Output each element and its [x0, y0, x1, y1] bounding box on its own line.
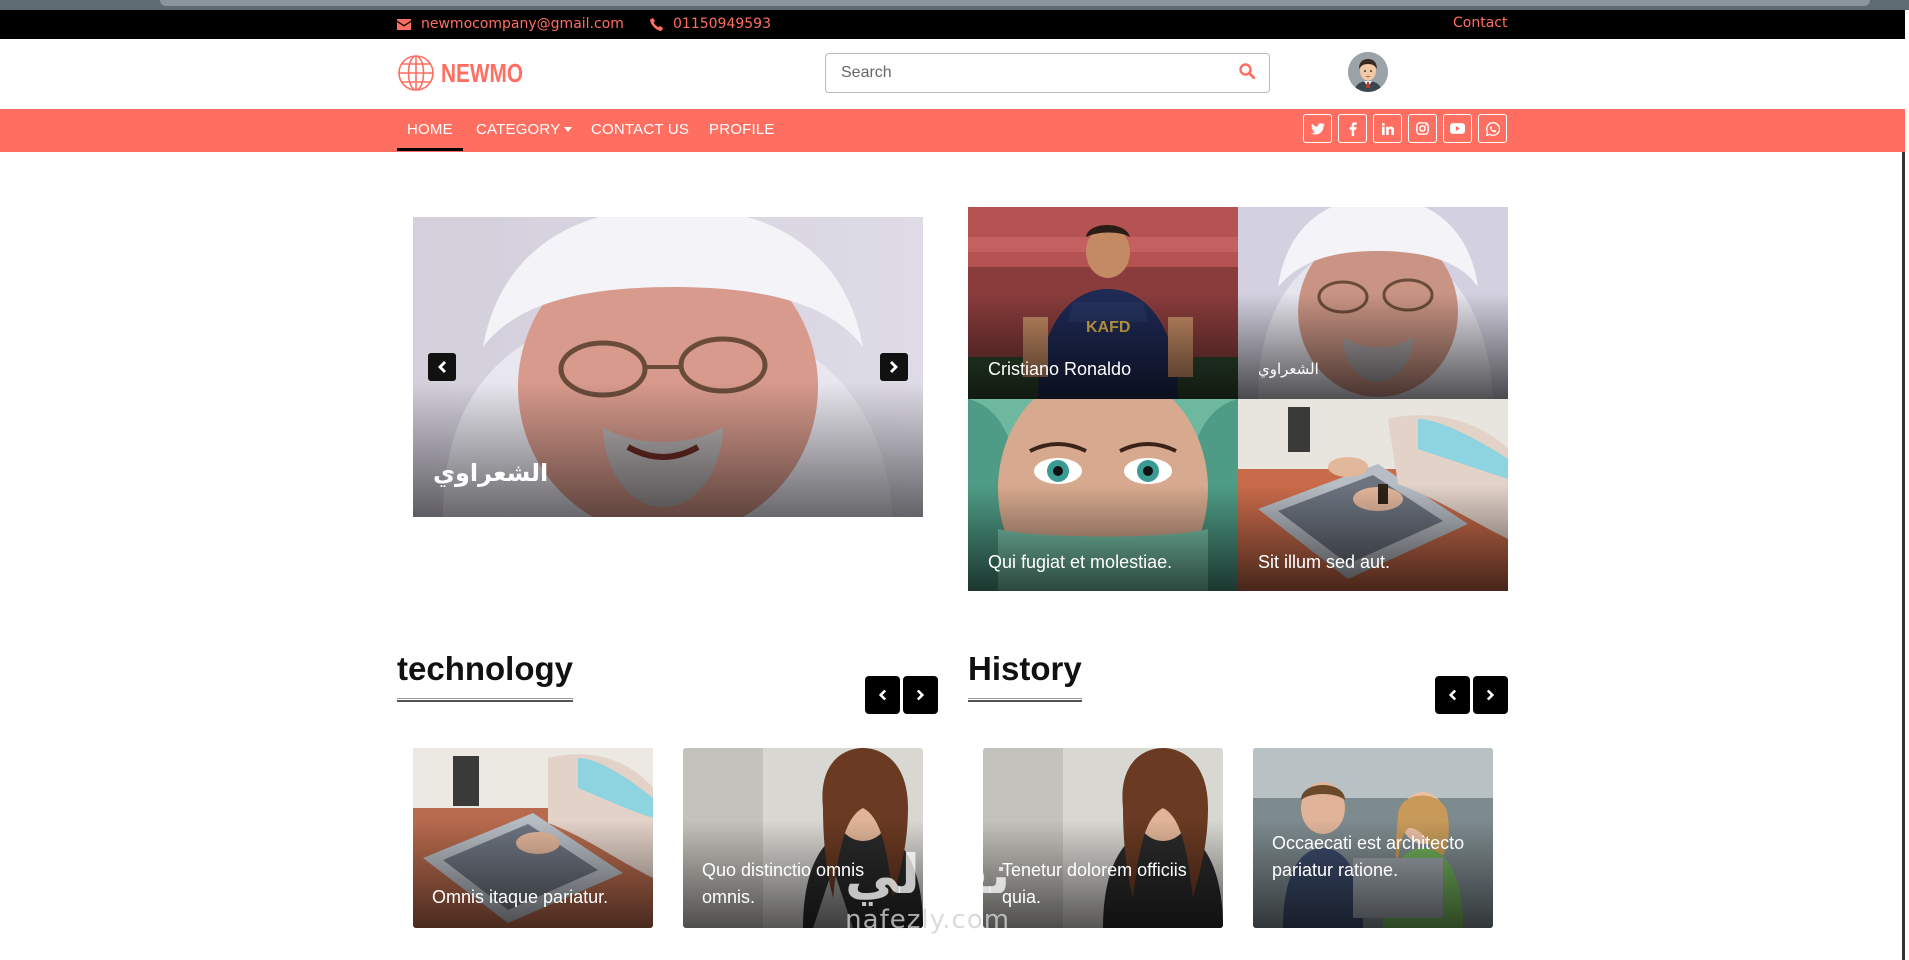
linkedin-icon	[1381, 122, 1394, 135]
search-icon	[1239, 63, 1256, 80]
tile-shade	[968, 485, 1238, 591]
phone-icon	[650, 17, 663, 31]
hero-tile-2[interactable]: الشعراوي	[1238, 207, 1508, 399]
contact-link[interactable]: Contact	[1453, 15, 1507, 31]
user-avatar[interactable]	[1348, 52, 1388, 92]
card-caption: Tenetur dolorem officiis quia.	[1002, 860, 1187, 907]
card-caption: Omnis itaque pariatur.	[432, 887, 609, 907]
browser-tab-strip	[160, 0, 1870, 6]
site-logo[interactable]: NEWMO	[397, 54, 544, 92]
envelope-icon	[397, 18, 411, 30]
search-box	[825, 53, 1270, 93]
hero-caption[interactable]: الشعراوي	[433, 459, 548, 487]
phone-text: 01150949593	[673, 16, 771, 32]
tile-shade	[968, 293, 1238, 399]
chevron-right-icon	[916, 689, 925, 701]
hero-slider: الشعراوي	[413, 217, 923, 517]
history-card-2[interactable]: Occaecati est architecto pariatur ration…	[1253, 748, 1493, 928]
hero-next-button[interactable]	[880, 353, 908, 381]
youtube-button[interactable]	[1443, 114, 1472, 143]
hero-tile-3[interactable]: Qui fugiat et molestiae.	[968, 399, 1238, 591]
hero-tile-1[interactable]: KAFD Cristiano Ronaldo	[968, 207, 1238, 399]
whatsapp-icon	[1485, 121, 1500, 136]
twitter-button[interactable]	[1303, 114, 1332, 143]
linkedin-button[interactable]	[1373, 114, 1402, 143]
search-input[interactable]	[826, 64, 1206, 82]
section-underline	[968, 698, 1082, 702]
nav-category-label: CATEGORY	[476, 121, 561, 138]
history-card-1[interactable]: Tenetur dolorem officiis quia.	[983, 748, 1223, 928]
watermark: نفذلي nafezly.com	[845, 843, 1011, 936]
chevron-left-icon	[1448, 689, 1457, 701]
email-text: newmocompany@gmail.com	[421, 16, 624, 32]
facebook-button[interactable]	[1338, 114, 1367, 143]
card-shade	[413, 820, 653, 928]
twitter-icon	[1310, 122, 1325, 135]
card-caption: Occaecati est architecto pariatur ration…	[1272, 833, 1465, 880]
chevron-right-icon	[1486, 689, 1495, 701]
history-next-button[interactable]	[1473, 676, 1508, 714]
technology-prev-button[interactable]	[865, 676, 900, 714]
instagram-icon	[1416, 122, 1429, 135]
globe-logo-icon	[398, 55, 434, 91]
nav-contact-us[interactable]: CONTACT US	[591, 121, 689, 138]
hero-prev-button[interactable]	[428, 353, 456, 381]
nav-category[interactable]: CATEGORY	[476, 121, 573, 138]
watermark-latin: nafezly.com	[845, 905, 1011, 935]
hero-tile-caption: الشعراوي	[1258, 360, 1319, 378]
phone-contact[interactable]: 01150949593	[650, 16, 771, 32]
history-prev-button[interactable]	[1435, 676, 1470, 714]
chevron-left-icon	[878, 689, 887, 701]
section-title-technology: technology	[397, 650, 574, 702]
nav-home[interactable]: HOME	[397, 121, 463, 151]
technology-next-button[interactable]	[903, 676, 938, 714]
hero-tile-caption: Sit illum sed aut.	[1258, 552, 1391, 572]
caret-down-icon	[564, 127, 573, 132]
chevron-right-icon	[890, 361, 898, 373]
tile-shade	[1238, 293, 1508, 399]
page: newmocompany@gmail.com 01150949593 Conta…	[0, 10, 1905, 960]
whatsapp-button[interactable]	[1478, 114, 1507, 143]
logo-text: NEWMO	[441, 57, 524, 88]
search-button[interactable]	[1239, 63, 1259, 83]
user-avatar-icon	[1348, 52, 1388, 92]
hero-tile-caption: Cristiano Ronaldo	[988, 359, 1132, 379]
main-nav: HOME CATEGORY CONTACT US PROFILE	[0, 109, 1905, 152]
watermark-arabic: نفذلي	[845, 843, 1011, 906]
site-header: NEWMO	[0, 39, 1905, 109]
chevron-left-icon	[438, 361, 446, 373]
email-contact[interactable]: newmocompany@gmail.com	[397, 16, 624, 32]
section-title-text: History	[968, 650, 1082, 687]
section-underline	[397, 698, 574, 702]
tile-shade	[1238, 485, 1508, 591]
section-title-text: technology	[397, 650, 574, 687]
browser-chrome	[0, 0, 1909, 10]
section-title-history: History	[968, 650, 1082, 702]
hero-tile-caption: Qui fugiat et molestiae.	[988, 552, 1173, 572]
top-bar: newmocompany@gmail.com 01150949593 Conta…	[0, 10, 1905, 39]
instagram-button[interactable]	[1408, 114, 1437, 143]
youtube-icon	[1450, 123, 1465, 134]
facebook-icon	[1349, 121, 1357, 136]
nav-profile[interactable]: PROFILE	[709, 121, 775, 138]
hero-tile-4[interactable]: Sit illum sed aut.	[1238, 399, 1508, 591]
technology-card-1[interactable]: Omnis itaque pariatur.	[413, 748, 653, 928]
